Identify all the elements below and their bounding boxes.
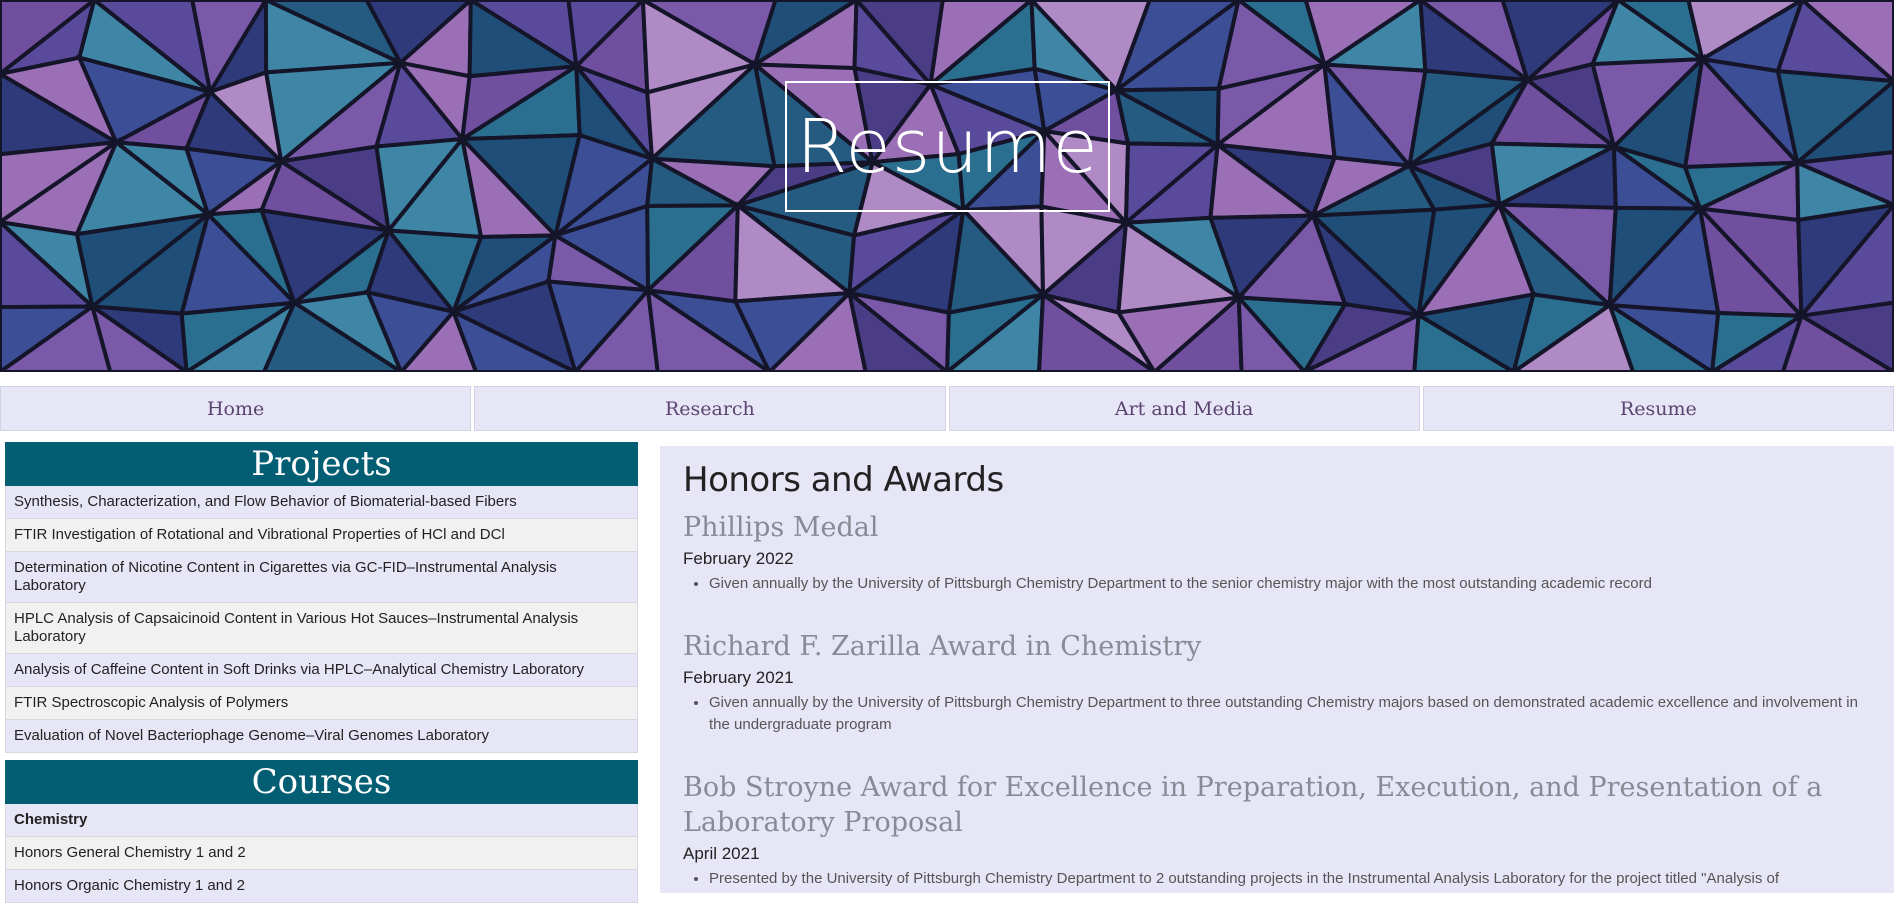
project-item[interactable]: Synthesis, Characterization, and Flow Be…: [5, 486, 638, 519]
award-entry: Bob Stroyne Award for Excellence in Prep…: [683, 770, 1872, 890]
award-description: Given annually by the University of Pitt…: [709, 573, 1872, 595]
main-nav: Home Research Art and Media Resume: [0, 386, 1894, 431]
courses-list: Chemistry Honors General Chemistry 1 and…: [5, 804, 638, 903]
nav-home[interactable]: Home: [0, 386, 472, 431]
award-description: Presented by the University of Pittsburg…: [709, 868, 1872, 890]
award-title: Richard F. Zarilla Award in Chemistry: [683, 631, 1202, 662]
award-details: Given annually by the University of Pitt…: [683, 692, 1872, 736]
award-date: April 2021: [683, 844, 760, 863]
nav-art-and-media[interactable]: Art and Media: [948, 386, 1420, 431]
project-item[interactable]: Analysis of Caffeine Content in Soft Dri…: [5, 654, 638, 687]
project-item[interactable]: HPLC Analysis of Capsaicinoid Content in…: [5, 603, 638, 654]
nav-resume[interactable]: Resume: [1422, 386, 1894, 431]
award-details: Given annually by the University of Pitt…: [683, 573, 1872, 595]
award-title: Bob Stroyne Award for Excellence in Prep…: [683, 772, 1823, 838]
course-item[interactable]: Honors Organic Chemistry 1 and 2: [5, 870, 638, 903]
courses-heading: Courses: [5, 760, 638, 804]
page-title: Resume: [796, 103, 1099, 190]
project-item[interactable]: FTIR Investigation of Rotational and Vib…: [5, 519, 638, 552]
award-entry: Phillips Medal February 2022 Given annua…: [683, 510, 1872, 595]
project-item[interactable]: FTIR Spectroscopic Analysis of Polymers: [5, 687, 638, 720]
hero-banner: Resume: [0, 0, 1894, 372]
sidebar: Projects Synthesis, Characterization, an…: [5, 442, 638, 903]
award-details: Presented by the University of Pittsburg…: [683, 868, 1872, 890]
award-title: Phillips Medal: [683, 512, 879, 543]
projects-heading: Projects: [5, 442, 638, 486]
award-entry: Richard F. Zarilla Award in Chemistry Fe…: [683, 629, 1872, 736]
award-date: February 2021: [683, 668, 794, 687]
section-heading: Honors and Awards: [683, 460, 1004, 500]
project-item[interactable]: Evaluation of Novel Bacteriophage Genome…: [5, 720, 638, 753]
nav-research[interactable]: Research: [474, 386, 946, 431]
award-description: Given annually by the University of Pitt…: [709, 692, 1872, 736]
hero-title-frame: Resume: [785, 81, 1110, 212]
project-item[interactable]: Determination of Nicotine Content in Cig…: [5, 552, 638, 603]
courses-subheading: Chemistry: [5, 804, 638, 837]
award-date: February 2022: [683, 549, 794, 568]
projects-list: Synthesis, Characterization, and Flow Be…: [5, 486, 638, 753]
main-content: Honors and Awards Phillips Medal Februar…: [660, 446, 1894, 893]
course-item[interactable]: Honors General Chemistry 1 and 2: [5, 837, 638, 870]
